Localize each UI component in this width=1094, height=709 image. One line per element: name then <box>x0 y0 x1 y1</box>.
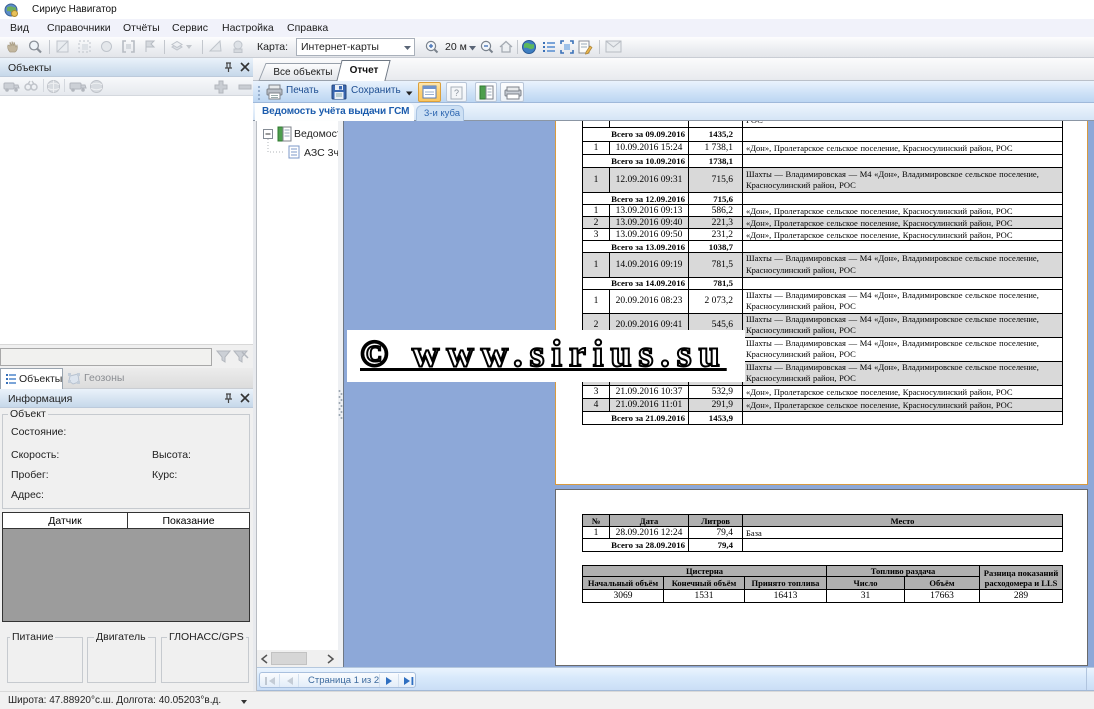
svg-text:?: ? <box>454 88 459 98</box>
